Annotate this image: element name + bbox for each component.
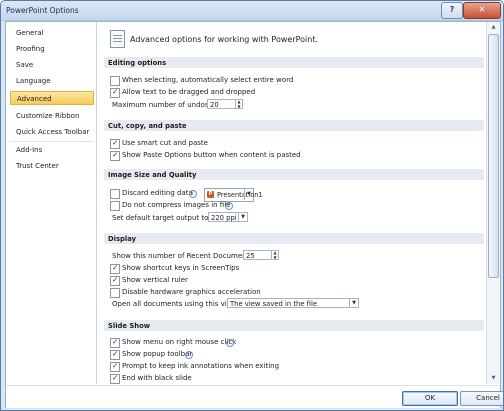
dropdown-arrow-icon: ▼: [244, 188, 253, 200]
right-click-menu-checkbox[interactable]: ✓: [110, 337, 120, 348]
info-icon[interactable]: i: [189, 190, 197, 198]
info-icon[interactable]: i: [226, 339, 234, 347]
shortcut-keys-checkbox[interactable]: ✓: [110, 263, 120, 274]
nav-item-trust-center[interactable]: Trust Center: [10, 159, 94, 173]
section-cut-copy-paste: Cut, copy, and paste: [104, 120, 484, 131]
recent-documents-spinner[interactable]: 25 ▲ ▼: [243, 250, 279, 260]
check-icon: ✓: [112, 263, 119, 272]
nav-item-advanced[interactable]: Advanced: [10, 91, 94, 105]
open-view-value: The view saved in the file: [230, 300, 318, 308]
check-icon: ✓: [112, 150, 119, 159]
shortcut-keys-label: Show shortcut keys in ScreenTips: [122, 264, 240, 272]
max-undos-value: 20: [210, 101, 219, 109]
nav-item-quick-access-toolbar[interactable]: Quick Access Toolbar: [10, 125, 94, 139]
ok-button[interactable]: OK: [402, 391, 458, 406]
open-view-dropdown[interactable]: The view saved in the file ▼: [227, 298, 359, 308]
max-undos-label: Maximum number of undos:: [112, 101, 211, 109]
close-button[interactable]: ✕: [463, 2, 501, 19]
section-title: Display: [108, 235, 137, 243]
drag-drop-checkbox[interactable]: ✓: [110, 87, 120, 98]
smart-cut-checkbox[interactable]: ✓: [110, 138, 120, 149]
title-bar: PowerPoint Options ? ✕: [1, 1, 503, 21]
keep-ink-checkbox[interactable]: ✓: [110, 361, 120, 372]
section-display: Display: [104, 233, 484, 244]
open-view-label: Open all documents using this view: [112, 300, 237, 308]
popup-toolbar-checkbox[interactable]: ✓: [110, 349, 120, 360]
presentation-name: Presentation1: [217, 191, 263, 199]
section-image-size-quality: Image Size and Quality: [104, 169, 484, 180]
paste-options-label: Show Paste Options button when content i…: [122, 151, 301, 159]
section-title: Editing options: [108, 59, 167, 67]
no-compress-checkbox[interactable]: ✓: [110, 201, 120, 211]
info-icon[interactable]: i: [225, 202, 233, 210]
check-icon: ✓: [112, 349, 119, 358]
smart-cut-label: Use smart cut and paste: [122, 139, 208, 147]
dialog-footer: OK Cancel: [6, 385, 503, 408]
check-icon: ✓: [112, 361, 119, 370]
close-icon: ✕: [478, 5, 486, 14]
target-output-dropdown[interactable]: 220 ppi ▼: [208, 212, 248, 222]
dropdown-arrow-icon: ▼: [238, 212, 247, 222]
panel-heading: Advanced options for working with PowerP…: [130, 35, 318, 44]
nav-item-proofing[interactable]: Proofing: [10, 42, 94, 56]
max-undos-spinner[interactable]: 20 ▲ ▼: [207, 99, 243, 109]
options-dialog: PowerPoint Options ? ✕ General Proofing …: [0, 0, 504, 411]
vertical-ruler-label: Show vertical ruler: [122, 276, 188, 284]
check-icon: ✓: [112, 373, 119, 382]
discard-editing-data-checkbox[interactable]: ✓: [110, 189, 120, 199]
hardware-acceleration-label: Disable hardware graphics acceleration: [122, 288, 261, 296]
nav-item-save[interactable]: Save: [10, 58, 94, 72]
info-icon[interactable]: i: [185, 351, 193, 359]
powerpoint-icon: P: [207, 191, 214, 198]
nav-item-customize-ribbon[interactable]: Customize Ribbon: [10, 109, 94, 123]
cancel-button[interactable]: Cancel: [460, 391, 503, 406]
check-icon: ✓: [112, 87, 119, 96]
section-title: Slide Show: [108, 322, 151, 330]
paste-options-checkbox[interactable]: ✓: [110, 150, 120, 161]
section-editing-options: Editing options: [104, 57, 484, 68]
dialog-body: General Proofing Save Language Advanced …: [5, 21, 503, 408]
window-title: PowerPoint Options: [6, 6, 79, 15]
document-options-icon: [110, 30, 125, 48]
nav-item-add-ins[interactable]: Add-Ins: [10, 143, 94, 157]
black-slide-label: End with black slide: [122, 374, 192, 382]
vertical-ruler-checkbox[interactable]: ✓: [110, 275, 120, 286]
select-entire-word-checkbox[interactable]: ✓: [110, 76, 120, 86]
spin-arrows-icon[interactable]: ▲ ▼: [235, 99, 242, 109]
category-nav: General Proofing Save Language Advanced …: [6, 22, 97, 384]
help-icon: ?: [449, 5, 455, 14]
check-icon: ✓: [112, 337, 119, 346]
nav-divider: [10, 141, 94, 142]
no-compress-label: Do not compress images in file: [122, 201, 231, 209]
popup-toolbar-label: Show popup toolbar: [122, 350, 193, 358]
scrollbar-thumb[interactable]: [488, 34, 499, 278]
keep-ink-label: Prompt to keep ink annotations when exit…: [122, 362, 280, 370]
recent-documents-value: 25: [246, 252, 255, 260]
help-button[interactable]: ?: [441, 2, 463, 19]
check-icon: ✓: [112, 138, 119, 147]
target-output-value: 220 ppi: [211, 214, 237, 222]
presentation-dropdown[interactable]: P Presentation1 ▼: [204, 188, 263, 202]
scroll-up-icon[interactable]: ▲: [488, 22, 499, 32]
dropdown-arrow-icon: ▼: [349, 298, 358, 308]
section-title: Cut, copy, and paste: [108, 122, 187, 130]
black-slide-checkbox[interactable]: ✓: [110, 373, 120, 384]
select-entire-word-label: When selecting, automatically select ent…: [122, 76, 294, 84]
nav-item-language[interactable]: Language: [10, 74, 94, 88]
hardware-acceleration-checkbox[interactable]: ✓: [110, 288, 120, 298]
target-output-label: Set default target output to:: [112, 214, 211, 222]
check-icon: ✓: [112, 275, 119, 284]
advanced-options-panel: Advanced options for working with PowerP…: [98, 22, 486, 384]
discard-editing-data-label: Discard editing data: [122, 189, 193, 197]
scroll-down-icon[interactable]: ▼: [488, 373, 499, 383]
nav-item-general[interactable]: General: [10, 26, 94, 40]
vertical-scrollbar[interactable]: ▲ ▼: [486, 22, 500, 384]
drag-drop-label: Allow text to be dragged and dropped: [122, 88, 256, 96]
right-click-menu-label: Show menu on right mouse click: [122, 338, 237, 346]
section-title: Image Size and Quality: [108, 171, 197, 179]
section-slide-show: Slide Show: [104, 320, 484, 331]
spin-arrows-icon[interactable]: ▲ ▼: [271, 250, 278, 260]
recent-documents-label: Show this number of Recent Documents:: [112, 252, 256, 260]
